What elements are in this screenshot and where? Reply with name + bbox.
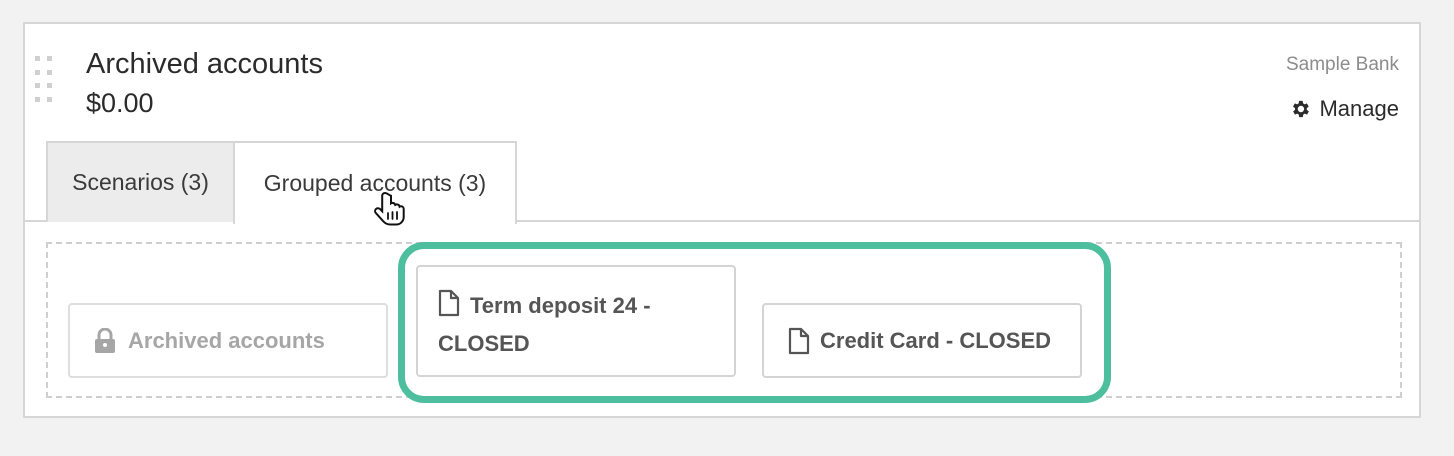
archived-card-label: Archived accounts (128, 327, 325, 353)
credit-card-card[interactable]: Credit Card - CLOSED (762, 303, 1082, 378)
credit-card-label: Credit Card - CLOSED (820, 327, 1052, 353)
gear-icon (1293, 100, 1310, 118)
drag-handle[interactable] (35, 56, 53, 104)
term-deposit-label-line1: Term deposit 24 - (470, 293, 651, 318)
term-deposit-card[interactable]: Term deposit 24 - CLOSED (416, 265, 736, 377)
term-deposit-label-line2: CLOSED (438, 331, 530, 356)
bank-name: Sample Bank (1285, 54, 1399, 75)
panel-title: Archived accounts (86, 48, 323, 80)
manage-button[interactable]: Manage (1289, 96, 1399, 122)
lock-icon (95, 327, 115, 353)
hand-cursor-icon (374, 191, 405, 226)
document-icon (788, 327, 810, 354)
panel-amount: $0.00 (86, 88, 154, 118)
archived-accounts-card[interactable]: Archived accounts (68, 303, 388, 378)
tab-scenarios[interactable]: Scenarios (3) (46, 141, 235, 222)
archived-accounts-panel: Archived accounts $0.00 Sample Bank Mana… (23, 22, 1421, 418)
manage-label: Manage (1319, 96, 1399, 121)
document-icon (438, 289, 460, 317)
